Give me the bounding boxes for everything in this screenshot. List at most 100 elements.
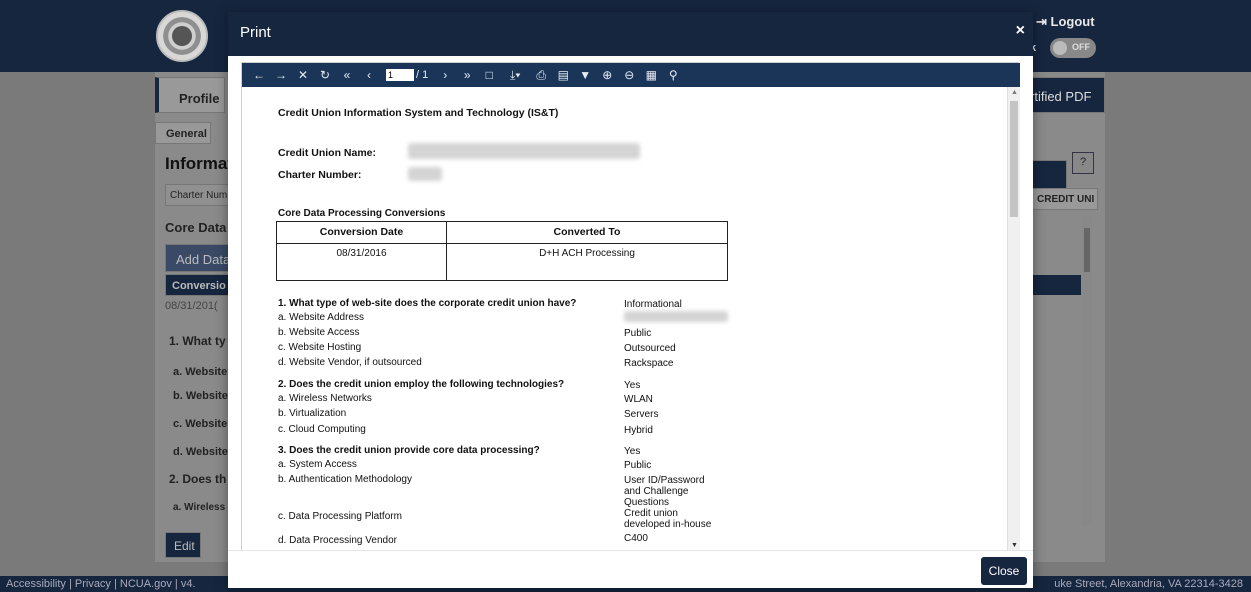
answer-3: Yes [624,446,641,457]
charter-number-label: Charter Number: [278,169,362,181]
next-page-icon[interactable]: › [434,68,456,82]
conversion-column-header: Conversio [165,274,235,296]
q3-item-value-line: Credit union [624,508,678,519]
question-1-text: 1. What ty [169,334,226,348]
q3-item-value: C400 [624,533,648,544]
scroll-up-icon[interactable]: ▲ [1011,89,1018,96]
row-label: b. Website [173,390,228,402]
q3-item-value-line: and Challenge [624,486,689,497]
row-label: d. Website [173,446,228,458]
modal-footer: Close [228,550,1033,588]
q3-item-label: a. System Access [278,459,357,470]
conversions-table: Conversion Date Converted To 08/31/2016 … [276,221,728,281]
page-total: / 1 [416,69,429,81]
first-page-icon[interactable]: « [336,68,358,82]
core-data-heading: Core Data [165,220,227,235]
q1-item-value: Rackspace [624,358,674,369]
footer-address: uke Street, Alexandria, VA 22314-3428 [1054,578,1243,590]
close-icon[interactable]: × [1016,22,1025,40]
pdf-viewer: ← → ✕ ↻ « ‹ / 1 › » □ ⤓▾ ⎙ ▤ ▼ ⊕ ⊖ ▦ ⚲ C… [241,62,1020,551]
logout-link[interactable]: ⇥ Logout [1036,14,1095,30]
export-icon[interactable]: ▦ [640,68,662,82]
help-button[interactable]: ? [1072,152,1094,174]
question-3: 3. Does the credit union provide core da… [278,445,540,456]
q3-item-value-line: Questions [624,497,670,508]
question-2-text: 2. Does th [169,472,227,486]
modal-title: Print [240,24,271,41]
page-layout-icon[interactable]: ▤ [552,68,574,82]
forward-icon[interactable]: → [270,68,292,82]
print-modal: Print × ← → ✕ ↻ « ‹ / 1 › » □ ⤓▾ ⎙ ▤ ▼ ⊕… [228,12,1033,588]
document-scrollbar[interactable]: ▲ ▼ [1007,87,1020,551]
q3-item-label: b. Authentication Methodology [278,474,412,485]
scroll-thumb[interactable] [1010,101,1018,217]
toggle-state: OFF [1072,42,1090,52]
tab-profile[interactable]: Profile [155,77,225,113]
edit-button[interactable]: Edit [165,532,201,558]
q3-item-value-line: developed in-house [624,519,712,530]
q2-item-value: Hybrid [624,425,653,436]
refresh-icon[interactable]: ↻ [314,68,336,82]
redacted-credit-union-name [408,143,640,159]
q1-item-label: d. Website Vendor, if outsourced [278,357,422,368]
charter-number-header: Charter Num [165,184,235,206]
document-area[interactable]: Credit Union Information System and Tech… [242,87,1020,551]
credit-union-column-header: CREDIT UNI [1032,188,1098,210]
page-title: Informat [165,154,233,173]
answer-1: Informational [624,299,682,310]
search-icon[interactable]: ⚲ [662,68,684,82]
question-1: 1. What type of web-site does the corpor… [278,298,577,309]
footer-links[interactable]: Accessibility | Privacy | NCUA.gov | v4. [6,578,196,590]
page-number-input[interactable] [386,69,414,81]
q2-item-label: b. Virtualization [278,408,347,419]
q1-item-label: a. Website Address [278,312,364,323]
add-data-button[interactable]: Add Data [165,244,235,272]
q1-item-label: b. Website Access [278,327,360,338]
new-document-icon[interactable]: □ [478,68,500,82]
back-icon[interactable]: ← [248,68,270,82]
download-icon[interactable]: ⤓▾ [500,68,530,83]
table-cell: 08/31/2016 [277,244,447,280]
redacted-charter-number [408,167,442,181]
table-header-cell: Converted To [447,222,727,244]
prev-page-icon[interactable]: ‹ [358,68,380,82]
document-heading: Credit Union Information System and Tech… [278,107,559,119]
answer-2: Yes [624,380,641,391]
zoom-out-icon[interactable]: ⊖ [618,68,640,82]
q1-item-value: Outsourced [624,343,676,354]
q1-item-value: Public [624,328,652,339]
print-icon[interactable]: ⎙ [530,68,552,83]
certified-pdf-button[interactable]: rtified PDF [1027,77,1105,113]
mode-toggle[interactable]: OFF [1050,38,1096,58]
q2-item-value: Servers [624,409,659,420]
redacted-website-address [624,311,728,322]
q3-item-label: d. Data Processing Vendor [278,535,397,546]
row-label: a. Wireless [173,502,226,513]
table-cell: D+H ACH Processing [539,248,635,259]
credit-union-name-label: Credit Union Name: [278,147,377,159]
q3-item-value-line: User ID/Password [624,475,705,486]
conversion-row: 08/31/201( [165,300,218,312]
last-page-icon[interactable]: » [456,68,478,82]
question-2: 2. Does the credit union employ the foll… [278,379,565,390]
q1-item-label: c. Website Hosting [278,342,362,353]
q2-item-label: a. Wireless Networks [278,393,372,404]
background-scroll-thumb[interactable] [1084,228,1090,272]
q2-item-value: WLAN [624,394,653,405]
filter-icon[interactable]: ▼ [574,68,596,82]
close-icon[interactable]: ✕ [292,68,314,82]
tab-general[interactable]: General [155,122,211,144]
scroll-down-icon[interactable]: ▼ [1011,542,1018,549]
agency-seal-logo [156,10,208,62]
modal-header: Print × [228,12,1033,56]
zoom-in-icon[interactable]: ⊕ [596,68,618,82]
page-navigator: / 1 [386,69,428,81]
row-label: a. Website [173,366,228,378]
pdf-toolbar: ← → ✕ ↻ « ‹ / 1 › » □ ⤓▾ ⎙ ▤ ▼ ⊕ ⊖ ▦ ⚲ [242,63,1020,87]
q3-item-label: c. Data Processing Platform [278,511,402,522]
row-label: c. Website [173,418,228,430]
table-header-cell: Conversion Date [277,222,447,244]
close-button[interactable]: Close [981,557,1027,585]
conversions-section-label: Core Data Processing Conversions [278,208,446,219]
q3-item-value: Public [624,460,652,471]
